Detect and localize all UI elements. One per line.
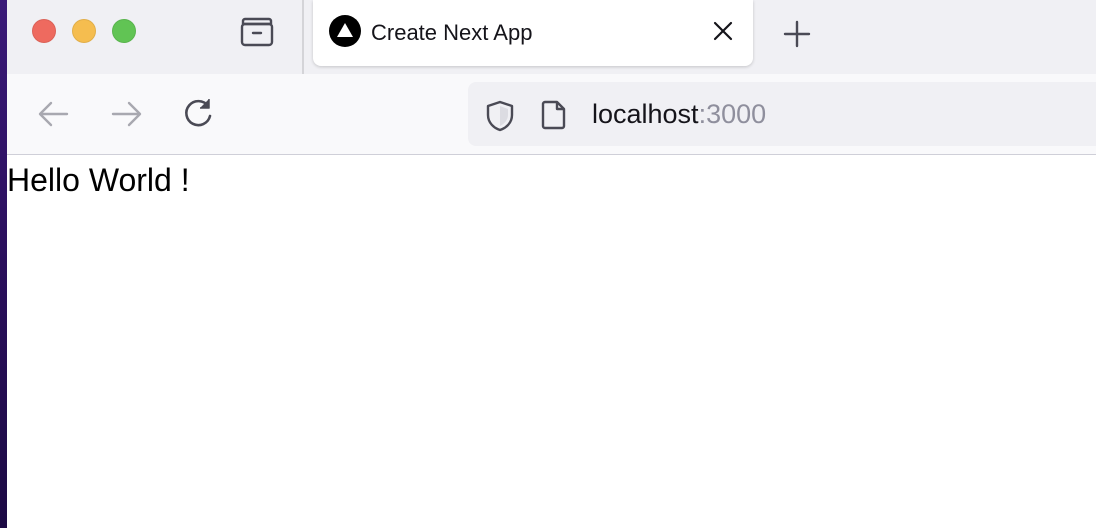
new-tab-button[interactable]	[779, 16, 815, 52]
tracking-protection-button[interactable]	[482, 98, 518, 134]
back-button[interactable]	[34, 94, 74, 134]
hello-world-text: Hello World !	[7, 162, 190, 198]
window-maximize-button[interactable]	[112, 19, 136, 43]
browser-window: Create Next App localhost:3000 Hello Wor…	[7, 0, 1096, 528]
tab-title: Create Next App	[371, 20, 533, 45]
shield-icon	[486, 100, 514, 132]
reload-icon	[185, 99, 212, 127]
tab-create-next-app[interactable]: Create Next App	[313, 0, 753, 66]
tab-separator	[302, 0, 304, 74]
tab-list-icon	[240, 17, 274, 47]
forward-arrow-icon	[111, 101, 142, 127]
url-host: localhost	[592, 99, 699, 129]
window-minimize-button[interactable]	[72, 19, 96, 43]
nextjs-triangle-icon	[329, 15, 361, 47]
page-content: Hello World !	[7, 155, 1096, 528]
forward-button[interactable]	[106, 94, 146, 134]
url-bar[interactable]: localhost:3000	[468, 82, 1096, 146]
new-tab-plus-icon	[783, 20, 811, 48]
desktop-background	[0, 0, 7, 528]
url-text[interactable]: localhost:3000	[592, 99, 766, 130]
page-icon	[541, 100, 566, 130]
site-info-button[interactable]	[538, 98, 570, 132]
reload-button[interactable]	[178, 94, 218, 134]
tab-bar: Create Next App	[7, 0, 1096, 74]
close-tab-button[interactable]	[709, 17, 737, 45]
window-close-button[interactable]	[32, 19, 56, 43]
tab-list-button[interactable]	[233, 12, 281, 52]
url-port: :3000	[698, 99, 767, 129]
close-x-icon	[713, 21, 733, 41]
back-arrow-icon	[38, 101, 69, 127]
navigation-toolbar: localhost:3000	[7, 74, 1096, 155]
